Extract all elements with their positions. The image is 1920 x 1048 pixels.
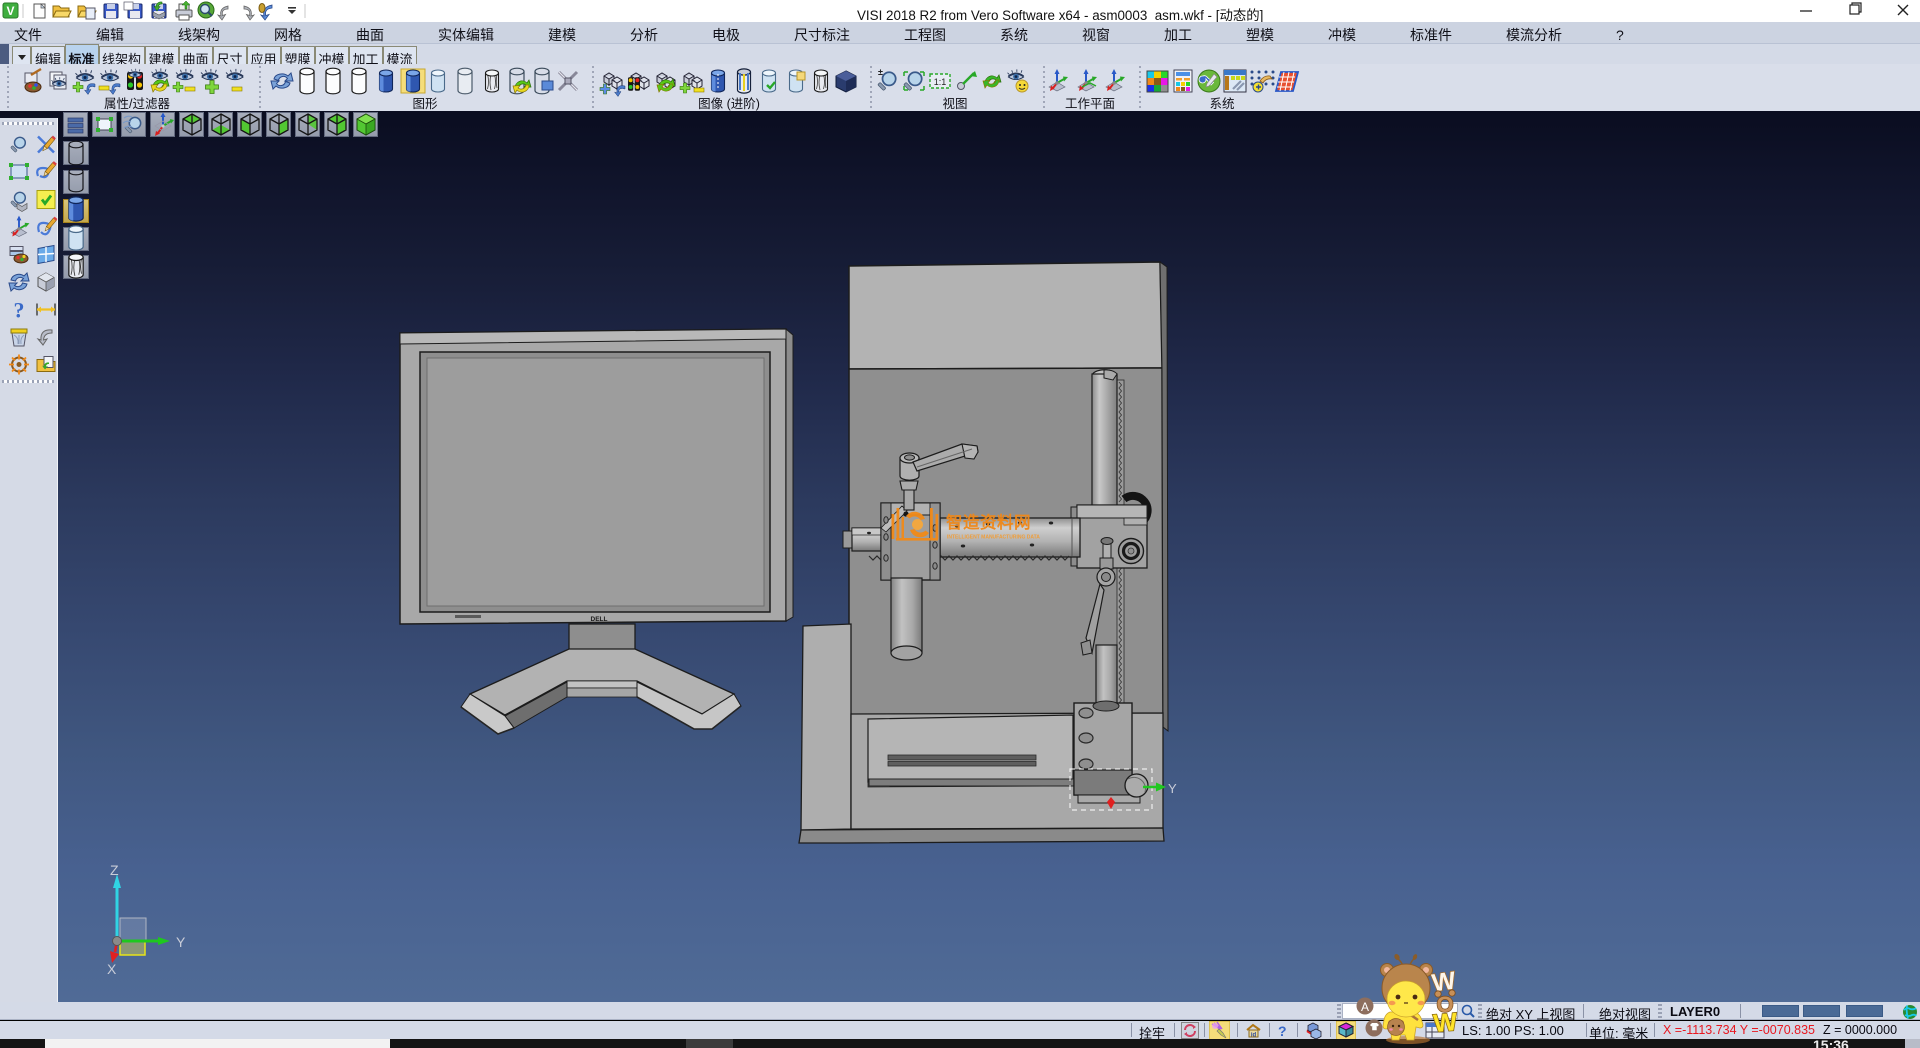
svg-text:X: X	[107, 961, 117, 977]
svg-text:A: A	[1361, 1000, 1369, 1014]
svg-text:Y: Y	[1168, 781, 1177, 796]
svg-text:Y: Y	[176, 934, 186, 950]
svg-text:DELL: DELL	[591, 616, 608, 623]
svg-text:?: ?	[14, 298, 25, 323]
svg-text:V: V	[6, 4, 14, 18]
svg-text:智造资料网: 智造资料网	[946, 512, 1031, 532]
svg-text:Z: Z	[110, 862, 119, 878]
svg-text:1:1: 1:1	[934, 77, 947, 87]
svg-text:W: W	[1432, 1008, 1458, 1038]
svg-text:id: id	[1251, 1033, 1257, 1039]
svg-text:±: ±	[878, 67, 883, 77]
svg-text:INTELLIGENT MANUFACTURING DATA: INTELLIGENT MANUFACTURING DATA	[947, 535, 1040, 541]
